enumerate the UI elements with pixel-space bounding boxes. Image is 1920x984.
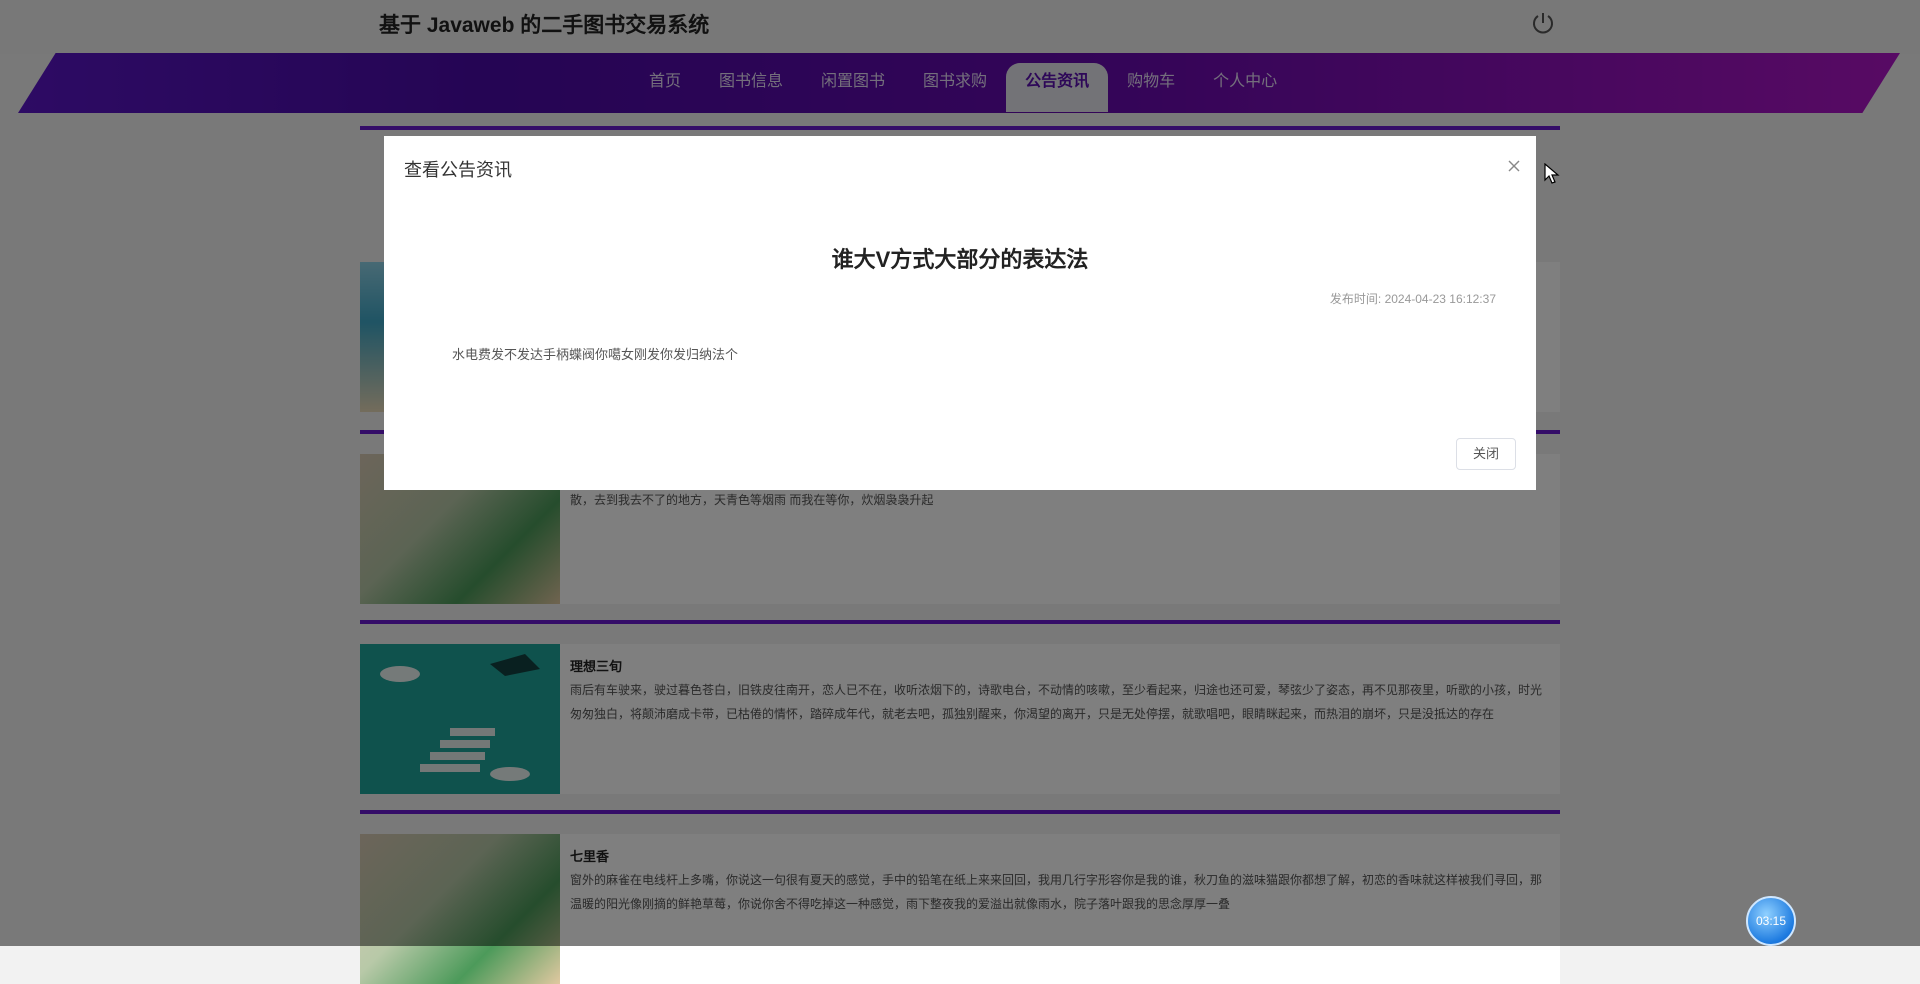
close-button[interactable]: 关闭 bbox=[1456, 438, 1516, 470]
mouse-cursor-icon bbox=[1544, 163, 1560, 184]
publish-time-value: 2024-04-23 16:12:37 bbox=[1384, 292, 1496, 306]
publish-time: 发布时间: 2024-04-23 16:12:37 bbox=[1330, 290, 1496, 307]
close-icon[interactable] bbox=[1506, 158, 1522, 174]
publish-time-label: 发布时间: bbox=[1329, 292, 1382, 306]
announcement-dialog: 查看公告资讯 谁大V方式大部分的表达法 发布时间: 2024-04-23 16:… bbox=[384, 136, 1536, 490]
timer-badge[interactable]: 03:15 bbox=[1746, 896, 1796, 946]
article-title: 谁大V方式大部分的表达法 bbox=[831, 247, 1089, 272]
article-body: 水电费发不发达手柄蝶阀你噶女刚发你发归纳法个 bbox=[452, 347, 739, 362]
dialog-title: 查看公告资讯 bbox=[404, 160, 512, 180]
